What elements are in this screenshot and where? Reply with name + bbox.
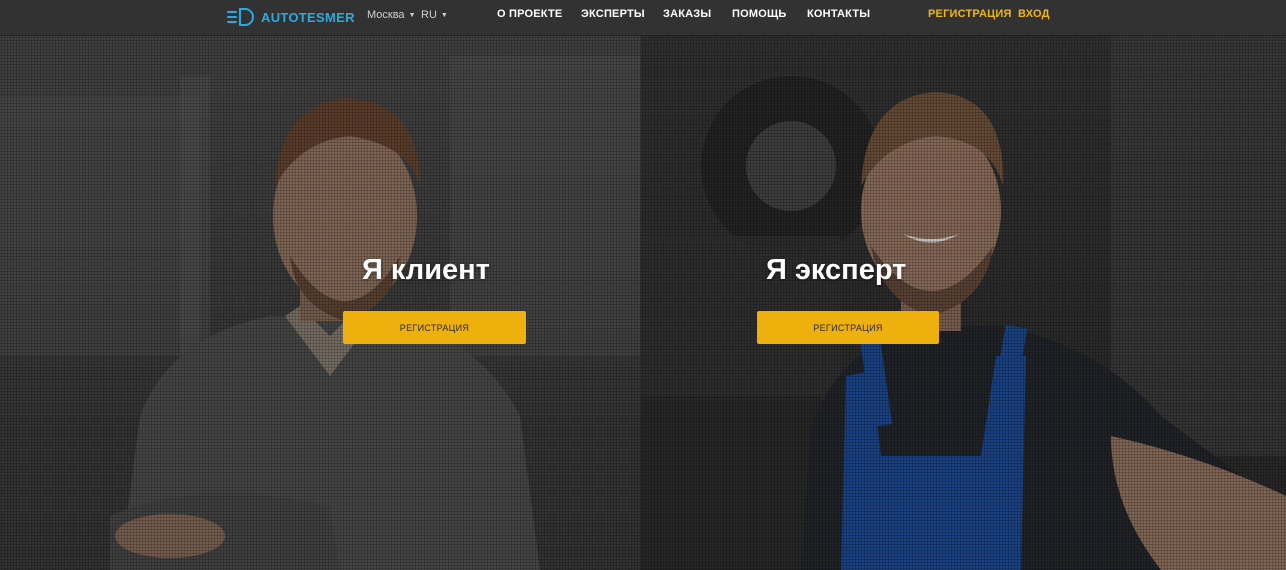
header-register-link[interactable]: РЕГИСТРАЦИЯ	[928, 8, 1012, 20]
headlight-logo-icon	[227, 8, 254, 26]
city-selector[interactable]: Москва ▼	[367, 9, 416, 21]
dark-overlay	[0, 36, 641, 570]
nav-about-link[interactable]: О ПРОЕКТЕ	[497, 8, 562, 20]
expert-title: Я эксперт	[766, 254, 907, 286]
nav-orders-link[interactable]: ЗАКАЗЫ	[663, 8, 711, 20]
client-register-button[interactable]: РЕГИСТРАЦИЯ	[343, 311, 526, 344]
client-title: Я клиент	[362, 254, 490, 286]
expert-register-button[interactable]: РЕГИСТРАЦИЯ	[757, 311, 939, 344]
nav-contacts-link[interactable]: КОНТАКТЫ	[807, 8, 870, 20]
site-header: AUTOTESMER Москва ▼ RU ▼ О ПРОЕКТЕ ЭКСПЕ…	[0, 0, 1286, 36]
nav-help-link[interactable]: ПОМОЩЬ	[732, 8, 787, 20]
logo-text: AUTOTESMER	[261, 9, 355, 25]
expert-panel	[641, 36, 1286, 570]
header-login-link[interactable]: ВХОД	[1018, 8, 1050, 20]
client-panel	[0, 36, 641, 570]
caret-down-icon: ▼	[440, 11, 448, 19]
dark-overlay	[641, 36, 1286, 570]
caret-down-icon: ▼	[408, 11, 416, 19]
nav-experts-link[interactable]: ЭКСПЕРТЫ	[581, 8, 645, 20]
logo-link[interactable]: AUTOTESMER	[227, 7, 355, 27]
language-label: RU	[421, 9, 437, 21]
city-label: Москва	[367, 9, 405, 21]
language-selector[interactable]: RU ▼	[421, 9, 448, 21]
